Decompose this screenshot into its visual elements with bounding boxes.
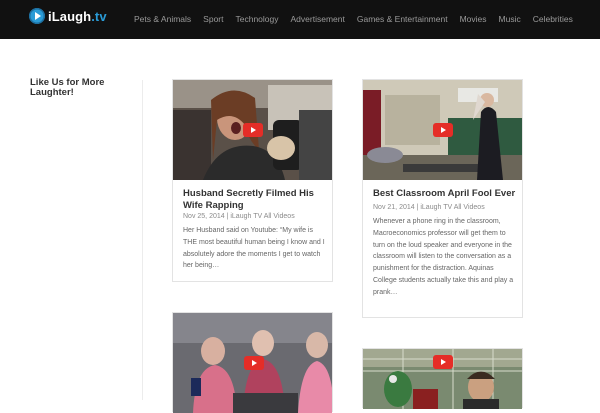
main-nav: Pets & Animals Sport Technology Advertis… [134,14,585,24]
logo-tld: .tv [91,8,107,24]
video-thumbnail[interactable] [173,313,332,413]
play-button-icon[interactable] [433,355,453,369]
top-navigation-bar: iLaugh.tv Pets & Animals Sport Technolog… [0,0,600,39]
post-card [172,312,333,413]
post-excerpt: Her Husband said on Youtube: “My wife is… [183,227,325,270]
play-button-icon[interactable] [244,356,264,370]
play-button-icon[interactable] [433,123,453,137]
post-card: Best Classroom April Fool Ever Nov 21, 2… [362,79,523,318]
post-title[interactable]: Husband Secretly Filmed His Wife Rapping [183,188,323,212]
nav-item-games-entertainment[interactable]: Games & Entertainment [357,14,448,24]
nav-item-celebrities[interactable]: Celebrities [533,14,573,24]
post-meta[interactable]: Nov 21, 2014 | iLaugh TV All Videos [373,204,485,211]
nav-item-advertisement[interactable]: Advertisement [291,14,345,24]
logo-text: iLaugh [48,8,92,24]
video-thumbnail[interactable] [363,80,522,180]
nav-item-music[interactable]: Music [499,14,521,24]
video-thumbnail[interactable] [363,349,522,409]
post-card: Husband Secretly Filmed His Wife Rapping… [172,79,333,282]
post-card [362,348,523,409]
video-thumbnail[interactable] [173,80,332,180]
sidebar-title: Like Us for More Laughter! [30,77,105,98]
post-meta[interactable]: Nov 25, 2014 | iLaugh TV All Videos [183,213,295,220]
post-title[interactable]: Best Classroom April Fool Ever [373,188,521,200]
post-excerpt: Whenever a phone ring in the classroom, … [373,218,514,296]
nav-item-sport[interactable]: Sport [203,14,223,24]
nav-item-movies[interactable]: Movies [460,14,487,24]
site-logo[interactable]: iLaugh.tv [29,8,107,24]
play-button-icon[interactable] [243,123,263,137]
nav-item-technology[interactable]: Technology [236,14,279,24]
play-logo-icon [29,8,45,24]
sidebar-divider [142,80,143,400]
nav-item-pets-animals[interactable]: Pets & Animals [134,14,191,24]
